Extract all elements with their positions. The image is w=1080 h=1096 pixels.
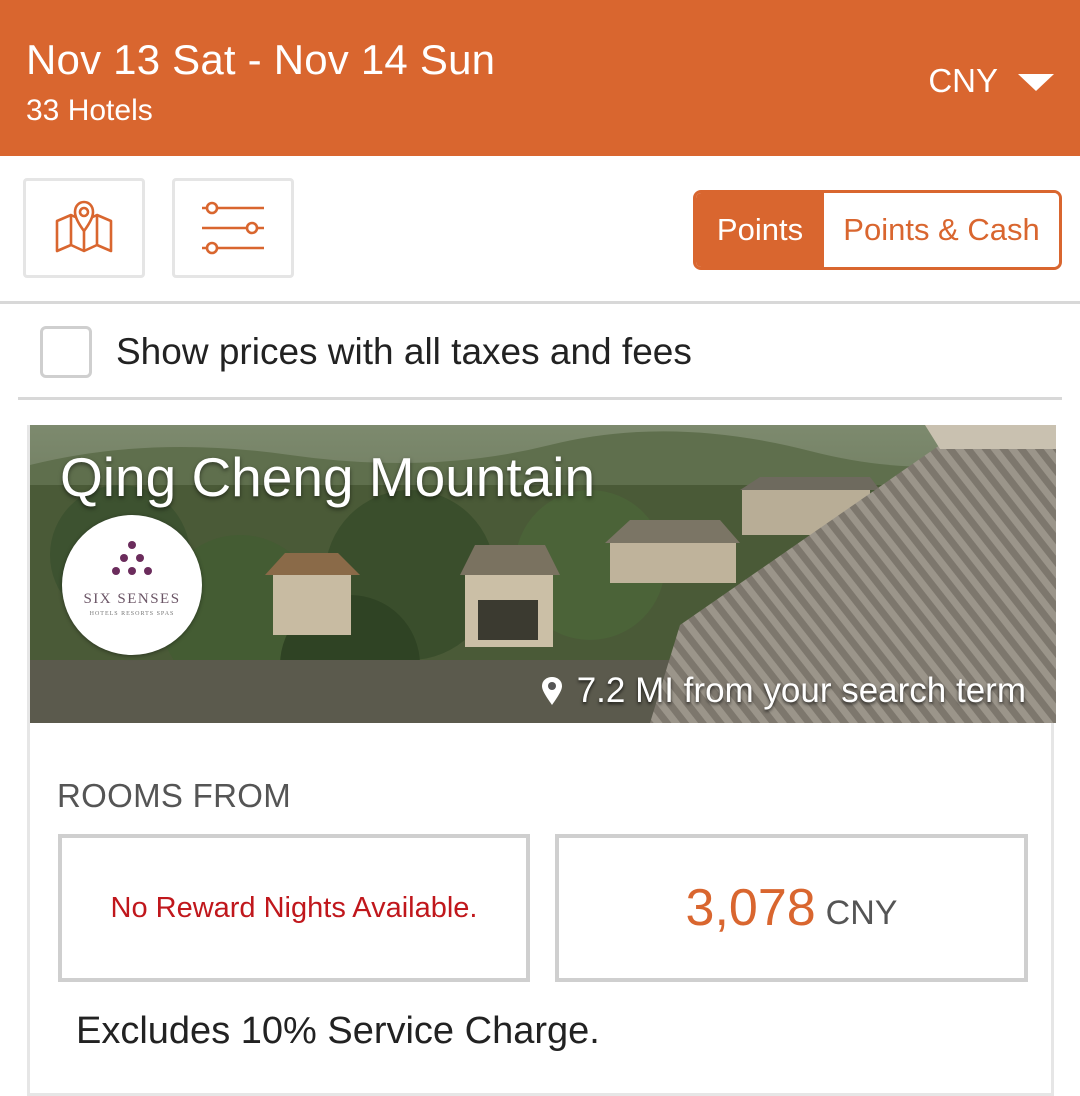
brand-tagline: HOTELS RESORTS SPAS bbox=[89, 611, 175, 617]
currency-label: CNY bbox=[928, 62, 998, 99]
points-cash-option[interactable]: Points & Cash bbox=[824, 193, 1059, 267]
points-option[interactable]: Points bbox=[696, 193, 824, 267]
search-header: Nov 13 Sat - Nov 14 Sun 33 Hotels CNY bbox=[0, 0, 1080, 156]
brand-name: SIX SENSES bbox=[83, 591, 181, 607]
sliders-icon bbox=[202, 201, 264, 255]
map-pin-icon bbox=[55, 200, 113, 253]
hotel-card[interactable]: Qing Cheng Mountain SIX SENSES HOTELS RE… bbox=[27, 425, 1056, 1096]
reward-price-box[interactable]: No Reward Nights Available. bbox=[58, 834, 530, 982]
taxes-row: Show prices with all taxes and fees bbox=[18, 306, 1062, 400]
hotel-photo[interactable]: Qing Cheng Mountain SIX SENSES HOTELS RE… bbox=[30, 425, 1056, 723]
cash-currency: CNY bbox=[825, 893, 898, 932]
taxes-label[interactable]: Show prices with all taxes and fees bbox=[116, 331, 692, 373]
chevron-down-icon bbox=[1018, 73, 1054, 91]
location-pin-icon bbox=[541, 677, 562, 705]
rate-type-toggle: Points Points & Cash bbox=[693, 190, 1062, 270]
date-range[interactable]: Nov 13 Sat - Nov 14 Sun bbox=[26, 36, 495, 84]
rooms-from-label: ROOMS FROM bbox=[57, 777, 291, 814]
hotel-name[interactable]: Qing Cheng Mountain bbox=[60, 445, 595, 509]
map-view-button[interactable] bbox=[23, 178, 145, 278]
distance-text: 7.2 MI from your search term bbox=[576, 671, 1026, 710]
no-reward-message: No Reward Nights Available. bbox=[110, 891, 478, 924]
currency-selector[interactable]: CNY bbox=[928, 62, 1054, 100]
taxes-checkbox[interactable] bbox=[40, 325, 92, 378]
cash-price-box[interactable]: 3,078 CNY bbox=[555, 834, 1028, 982]
results-toolbar: Points Points & Cash bbox=[0, 156, 1080, 304]
hotel-count: 33 Hotels bbox=[26, 94, 153, 127]
brand-logo: SIX SENSES HOTELS RESORTS SPAS bbox=[62, 515, 202, 655]
filter-button[interactable] bbox=[172, 178, 294, 278]
distance-label: 7.2 MI from your search term bbox=[541, 671, 1026, 711]
brand-logo-icon bbox=[112, 541, 152, 575]
cash-price: 3,078 bbox=[685, 879, 816, 937]
service-charge-note: Excludes 10% Service Charge. bbox=[76, 1010, 600, 1052]
